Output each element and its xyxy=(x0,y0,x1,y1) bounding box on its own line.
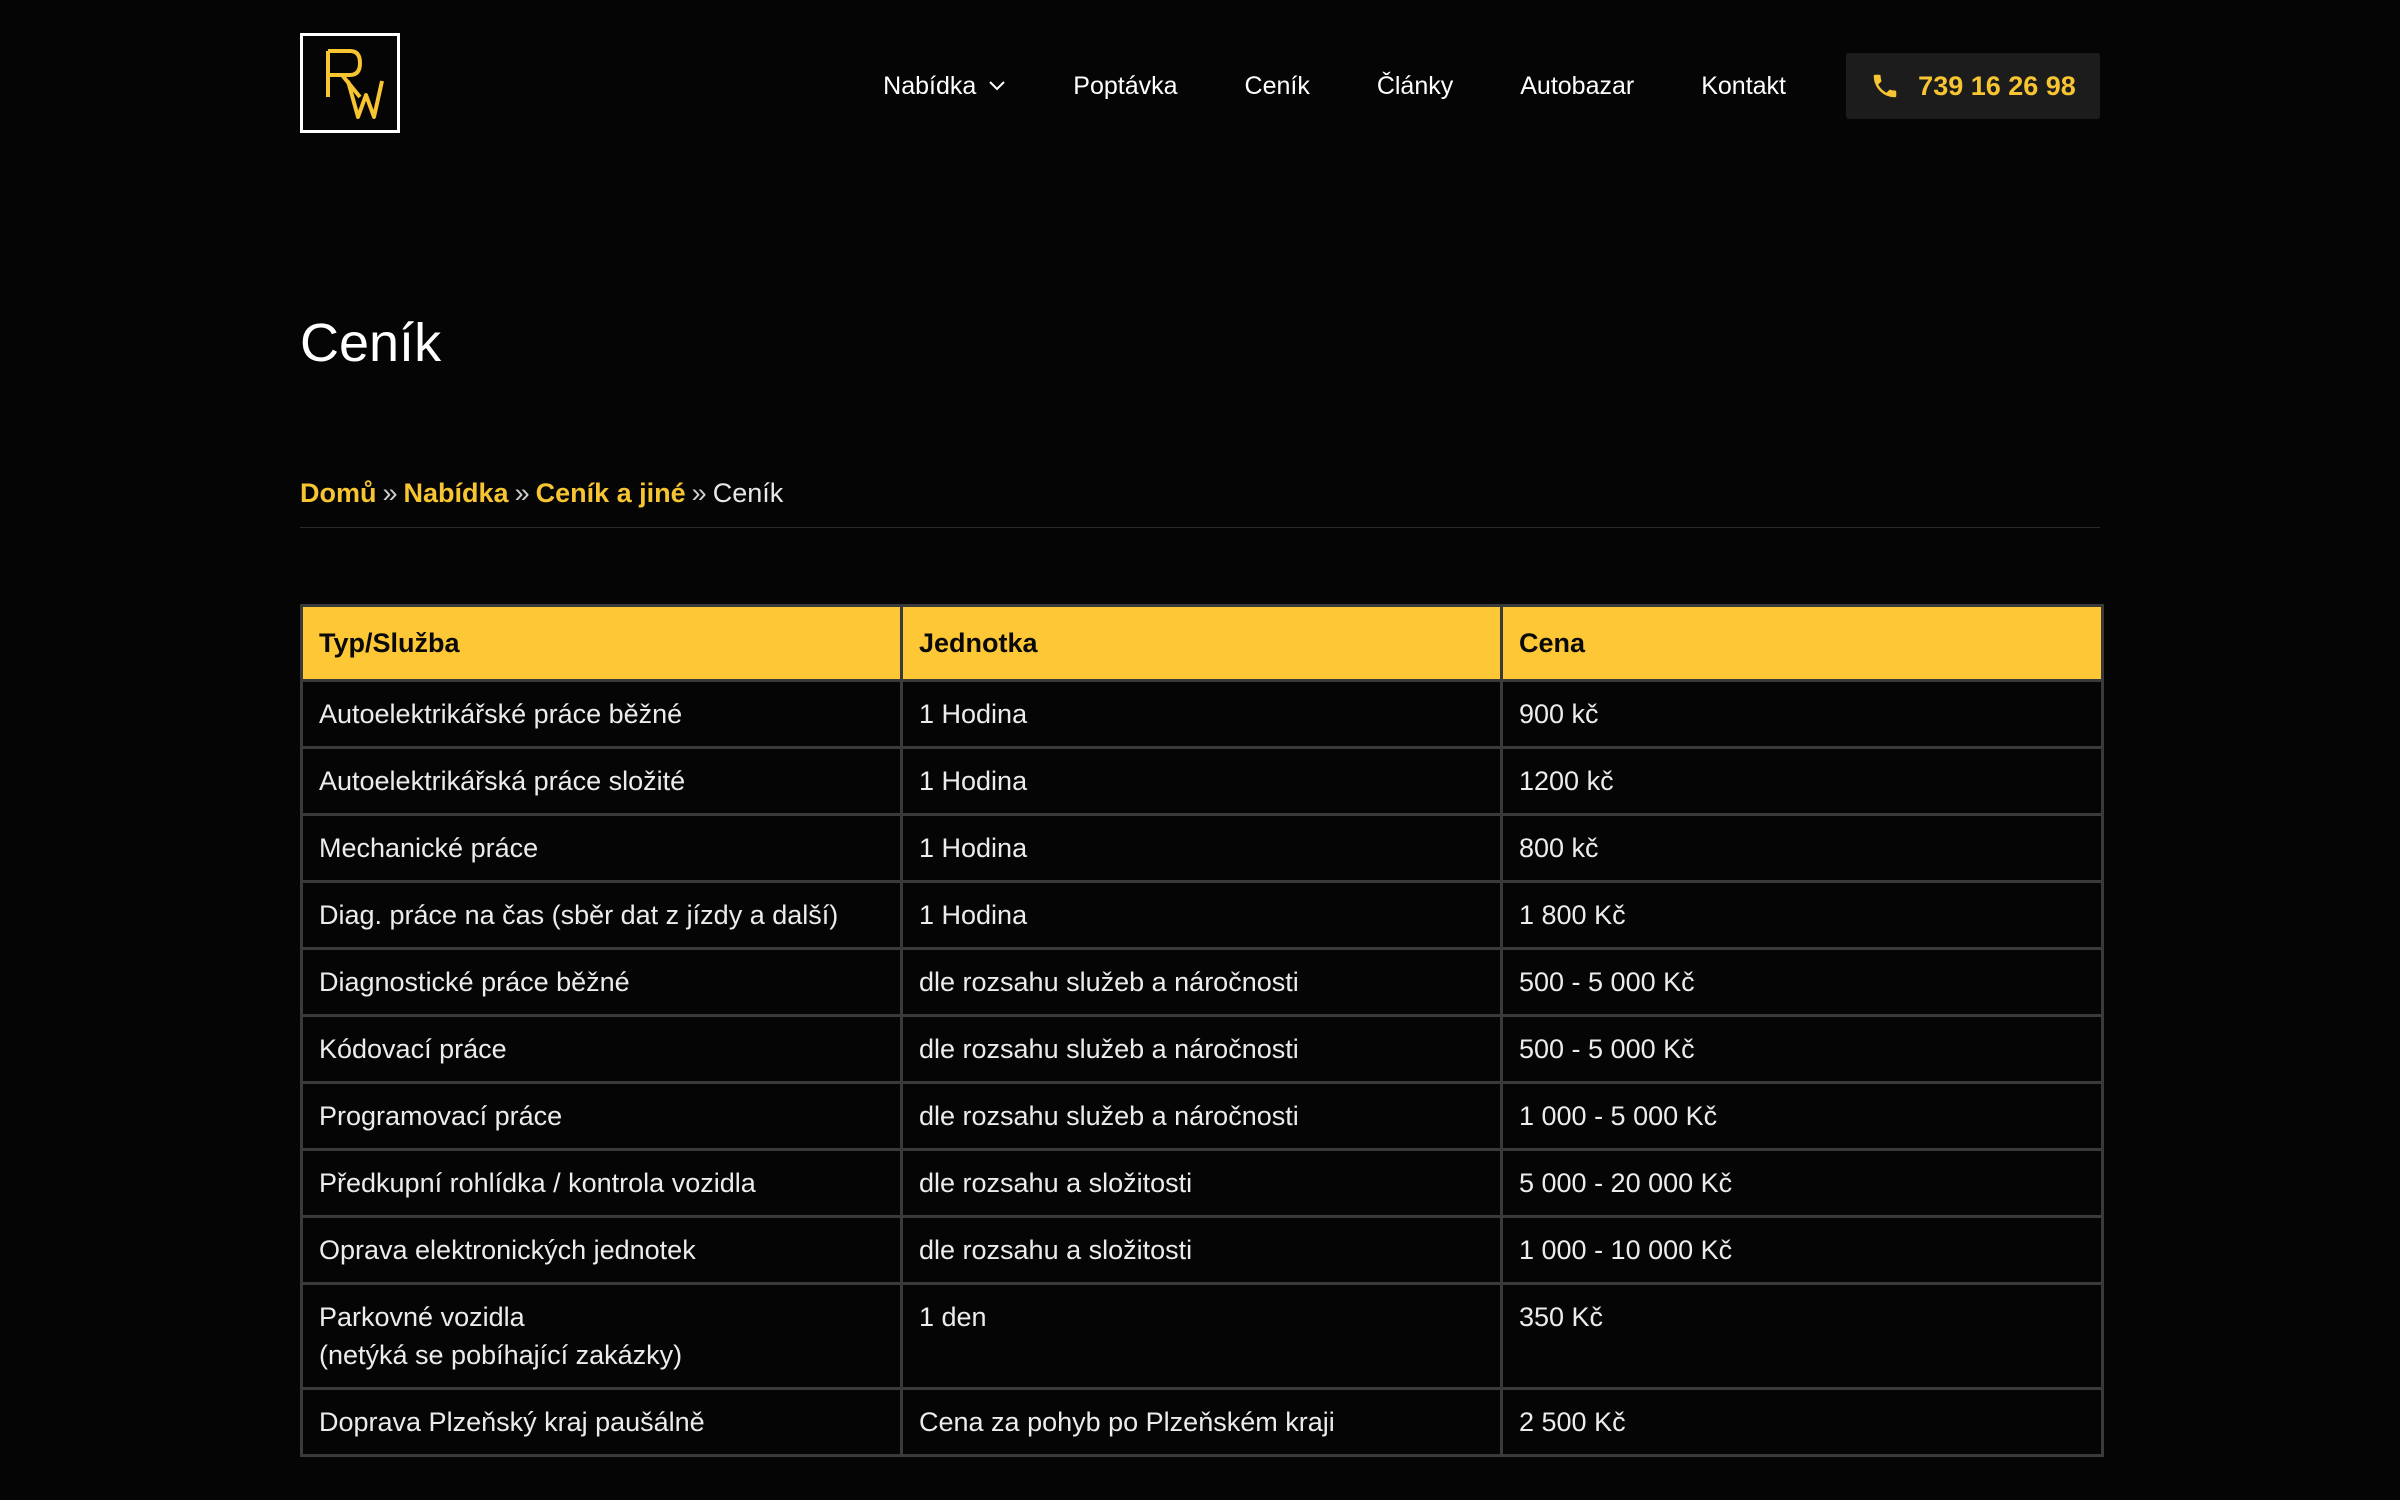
table-row: Doprava Plzeňský kraj paušálně Cena za p… xyxy=(300,1387,2104,1457)
nav-item-label: Poptávka xyxy=(1073,71,1178,100)
nav-item-label: Články xyxy=(1376,71,1454,100)
cell-price: 500 - 5 000 Kč xyxy=(1500,947,2104,1017)
site-logo[interactable] xyxy=(300,33,400,133)
phone-button[interactable]: 739 16 26 98 xyxy=(1846,53,2100,119)
table-row: Parkovné vozidla (netýká se pobíhající z… xyxy=(300,1282,2104,1390)
cell-service: Autoelektrikářská práce složité xyxy=(300,746,903,816)
chevron-down-icon xyxy=(989,81,1005,91)
cell-unit: dle rozsahu služeb a náročnosti xyxy=(900,1014,1503,1084)
phone-icon xyxy=(1873,74,1897,98)
main-nav: Nabídka Poptávka Ceník Články Autobazar … xyxy=(883,53,2100,119)
breadcrumb: Domů» Nabídka» Ceník a jiné» Ceník xyxy=(300,478,2100,528)
cell-service: Diagnostické práce běžné xyxy=(300,947,903,1017)
cell-price: 5 000 - 20 000 Kč xyxy=(1500,1148,2104,1218)
breadcrumb-link-home[interactable]: Domů xyxy=(300,478,377,508)
table-row: Diagnostické práce běžné dle rozsahu slu… xyxy=(300,947,2104,1017)
phone-number: 739 16 26 98 xyxy=(1918,70,2076,101)
table-row: Předkupní rohlídka / kontrola vozidla dl… xyxy=(300,1148,2104,1218)
nav-item-label: Nabídka xyxy=(883,71,977,100)
page-title: Ceník xyxy=(300,313,442,373)
cell-price: 1 000 - 10 000 Kč xyxy=(1500,1215,2104,1285)
cell-service: Oprava elektronických jednotek xyxy=(300,1215,903,1285)
cell-unit: Cena za pohyb po Plzeňském kraji xyxy=(900,1387,1503,1457)
nav-item-autobazar[interactable]: Autobazar xyxy=(1520,72,1634,101)
cell-price: 1200 kč xyxy=(1500,746,2104,816)
price-table: Typ/Služba Jednotka Cena Autoelektrikářs… xyxy=(300,604,2104,1457)
cell-unit: 1 Hodina xyxy=(900,813,1503,883)
cell-service: Autoelektrikářské práce běžné xyxy=(300,679,903,749)
table-row: Mechanické práce 1 Hodina 800 kč xyxy=(300,813,2104,883)
rw-logo-icon xyxy=(326,49,384,119)
cell-service: Mechanické práce xyxy=(300,813,903,883)
page: Nabídka Poptávka Ceník Články Autobazar … xyxy=(0,0,2400,1500)
cell-unit: dle rozsahu a složitosti xyxy=(900,1148,1503,1218)
breadcrumb-link-cenik-a-jine[interactable]: Ceník a jiné xyxy=(536,478,686,508)
nav-item-nabidka[interactable]: Nabídka xyxy=(883,72,1006,101)
site-header: Nabídka Poptávka Ceník Články Autobazar … xyxy=(300,33,2100,138)
column-header-price: Cena xyxy=(1500,604,2104,682)
cell-price: 900 kč xyxy=(1500,679,2104,749)
breadcrumb-current: Ceník xyxy=(712,478,784,508)
nav-item-kontakt[interactable]: Kontakt xyxy=(1701,72,1786,101)
cell-unit: 1 Hodina xyxy=(900,880,1503,950)
breadcrumb-link-nabidka[interactable]: Nabídka xyxy=(404,478,509,508)
table-row: Autoelektrikářská práce složité 1 Hodina… xyxy=(300,746,2104,816)
cell-price: 1 000 - 5 000 Kč xyxy=(1500,1081,2104,1151)
cell-service: Parkovné vozidla (netýká se pobíhající z… xyxy=(300,1282,903,1390)
cell-unit: dle rozsahu a složitosti xyxy=(900,1215,1503,1285)
table-row: Autoelektrikářské práce běžné 1 Hodina 9… xyxy=(300,679,2104,749)
table-row: Oprava elektronických jednotek dle rozsa… xyxy=(300,1215,2104,1285)
cell-service: Programovací práce xyxy=(300,1081,903,1151)
cell-unit: dle rozsahu služeb a náročnosti xyxy=(900,1081,1503,1151)
table-row: Programovací práce dle rozsahu služeb a … xyxy=(300,1081,2104,1151)
cell-unit: 1 Hodina xyxy=(900,679,1503,749)
cell-price: 350 Kč xyxy=(1500,1282,2104,1390)
cell-service: Kódovací práce xyxy=(300,1014,903,1084)
nav-item-label: Kontakt xyxy=(1701,71,1786,100)
cell-unit: 1 den xyxy=(900,1282,1503,1390)
table-header-row: Typ/Služba Jednotka Cena xyxy=(300,604,2104,682)
cell-unit: 1 Hodina xyxy=(900,746,1503,816)
cell-price: 2 500 Kč xyxy=(1500,1387,2104,1457)
nav-item-cenik[interactable]: Ceník xyxy=(1245,72,1310,101)
table-row: Kódovací práce dle rozsahu služeb a náro… xyxy=(300,1014,2104,1084)
cell-unit: dle rozsahu služeb a náročnosti xyxy=(900,947,1503,1017)
cell-service-line2: (netýká se pobíhající zakázky) xyxy=(319,1340,683,1370)
cell-price: 800 kč xyxy=(1500,813,2104,883)
cell-service: Předkupní rohlídka / kontrola vozidla xyxy=(300,1148,903,1218)
cell-service: Doprava Plzeňský kraj paušálně xyxy=(300,1387,903,1457)
nav-item-clanky[interactable]: Články xyxy=(1377,72,1453,101)
breadcrumb-separator: » xyxy=(514,478,530,508)
column-header-service: Typ/Služba xyxy=(300,604,903,682)
nav-item-poptavka[interactable]: Poptávka xyxy=(1073,72,1177,101)
nav-item-label: Autobazar xyxy=(1520,71,1635,100)
breadcrumb-separator: » xyxy=(382,478,398,508)
nav-item-label: Ceník xyxy=(1244,71,1310,100)
breadcrumb-separator: » xyxy=(691,478,707,508)
cell-price: 500 - 5 000 Kč xyxy=(1500,1014,2104,1084)
table-row: Diag. práce na čas (sběr dat z jízdy a d… xyxy=(300,880,2104,950)
cell-service-line1: Parkovné vozidla xyxy=(319,1302,525,1332)
cell-price: 1 800 Kč xyxy=(1500,880,2104,950)
cell-service: Diag. práce na čas (sběr dat z jízdy a d… xyxy=(300,880,903,950)
column-header-unit: Jednotka xyxy=(900,604,1503,682)
